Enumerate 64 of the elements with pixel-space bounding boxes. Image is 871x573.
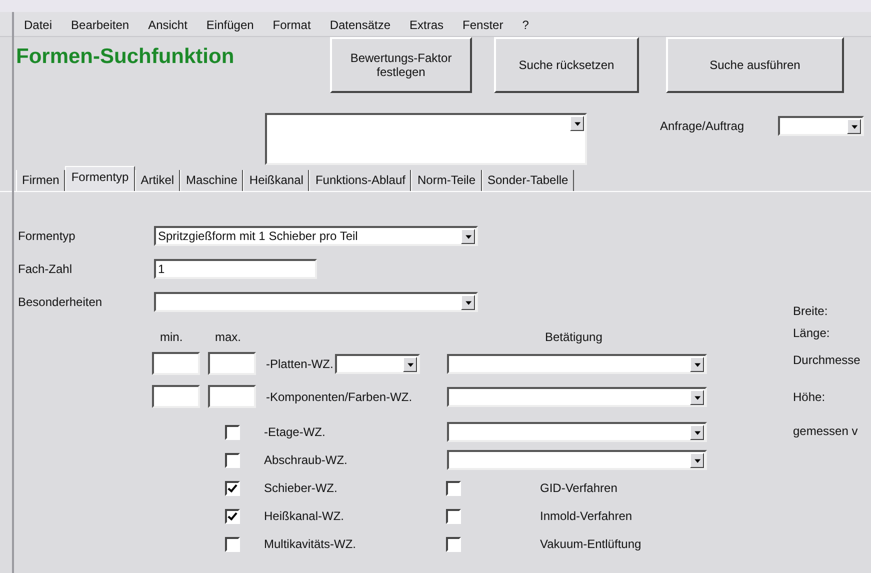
- menu-item[interactable]: Format: [272, 18, 311, 32]
- dimension-label: Durchmesse: [793, 353, 860, 367]
- menu-item[interactable]: Extras: [410, 18, 444, 32]
- checkbox[interactable]: [446, 480, 461, 496]
- checkbox-label: Heißkanal-WZ.: [264, 509, 344, 523]
- menu-item[interactable]: Bearbeiten: [71, 18, 130, 32]
- tab[interactable]: Artikel: [134, 170, 180, 191]
- field-label: -Platten-WZ.: [266, 356, 334, 370]
- checkbox[interactable]: [446, 536, 461, 552]
- field-label: Fach-Zahl: [18, 262, 74, 276]
- besonderheiten-dropdown[interactable]: [154, 292, 478, 312]
- checkbox[interactable]: [446, 508, 461, 524]
- command-button[interactable]: Suche ausführen: [666, 37, 844, 93]
- column-label: min.: [160, 330, 183, 344]
- actuation-dropdown[interactable]: [447, 450, 707, 470]
- input-field[interactable]: [208, 352, 256, 375]
- actuation-dropdown[interactable]: [447, 354, 707, 374]
- input-field[interactable]: 1: [154, 259, 317, 279]
- field-label: -Komponenten/Farben-WZ.: [266, 390, 412, 404]
- formentyp-dropdown[interactable]: Spritzgießform mit 1 Schieber pro Teil: [154, 226, 478, 246]
- tab[interactable]: Norm-Teile: [411, 170, 482, 191]
- checkbox[interactable]: [225, 452, 240, 468]
- input-field[interactable]: [152, 385, 200, 408]
- tab[interactable]: Sonder-Tabelle: [482, 170, 574, 191]
- menu-item[interactable]: Ansicht: [148, 18, 188, 32]
- checkbox-label: -Etage-WZ.: [264, 425, 326, 439]
- actuation-dropdown[interactable]: [447, 386, 707, 406]
- menu-item[interactable]: Datensätze: [330, 18, 391, 32]
- tab[interactable]: Formentyp: [65, 166, 135, 191]
- dimension-label: Länge:: [793, 326, 830, 340]
- tab[interactable]: Heißkanal: [243, 170, 310, 191]
- command-button[interactable]: Suche rücksetzen: [494, 37, 639, 93]
- tab[interactable]: Maschine: [180, 170, 244, 191]
- menu-item[interactable]: Fenster: [462, 18, 504, 32]
- checkbox[interactable]: [225, 536, 240, 552]
- field-label: Formentyp: [18, 229, 76, 243]
- search-dropdown[interactable]: [265, 113, 587, 165]
- actuation-dropdown[interactable]: [447, 422, 707, 442]
- input-field[interactable]: [208, 385, 256, 408]
- checkbox[interactable]: [225, 480, 240, 496]
- menu-item[interactable]: Einfügen: [206, 18, 254, 32]
- checkbox-label: GID-Verfahren: [540, 481, 618, 495]
- checkbox-label: Inmold-Verfahren: [540, 509, 632, 523]
- query-dropdown[interactable]: [778, 116, 864, 136]
- checkbox[interactable]: [225, 508, 240, 524]
- input-field[interactable]: [152, 352, 200, 375]
- column-label: Betätigung: [545, 330, 602, 344]
- field-label: Anfrage/Auftrag: [660, 119, 746, 133]
- size-dropdown[interactable]: [335, 354, 420, 374]
- field-label: Besonderheiten: [18, 295, 104, 309]
- dimension-label: Breite:: [793, 304, 828, 318]
- checkbox[interactable]: [225, 424, 240, 440]
- menu-item[interactable]: Datei: [24, 18, 52, 32]
- column-label: max.: [215, 330, 242, 344]
- form-title: Formen-Suchfunktion: [16, 45, 236, 69]
- menu-item[interactable]: ?: [522, 18, 529, 32]
- checkbox-label: Abschraub-WZ.: [264, 453, 348, 467]
- tab[interactable]: Funktions-Ablauf: [309, 170, 412, 191]
- dimension-label: Höhe:: [793, 390, 826, 404]
- command-button[interactable]: Bewertungs-Faktor festlegen: [330, 37, 472, 93]
- dimension-label: gemessen v: [793, 424, 858, 438]
- checkbox-label: Vakuum-Entlüftung: [540, 537, 642, 551]
- checkbox-label: Schieber-WZ.: [264, 481, 338, 495]
- checkbox-label: Multikavitäts-WZ.: [264, 537, 356, 551]
